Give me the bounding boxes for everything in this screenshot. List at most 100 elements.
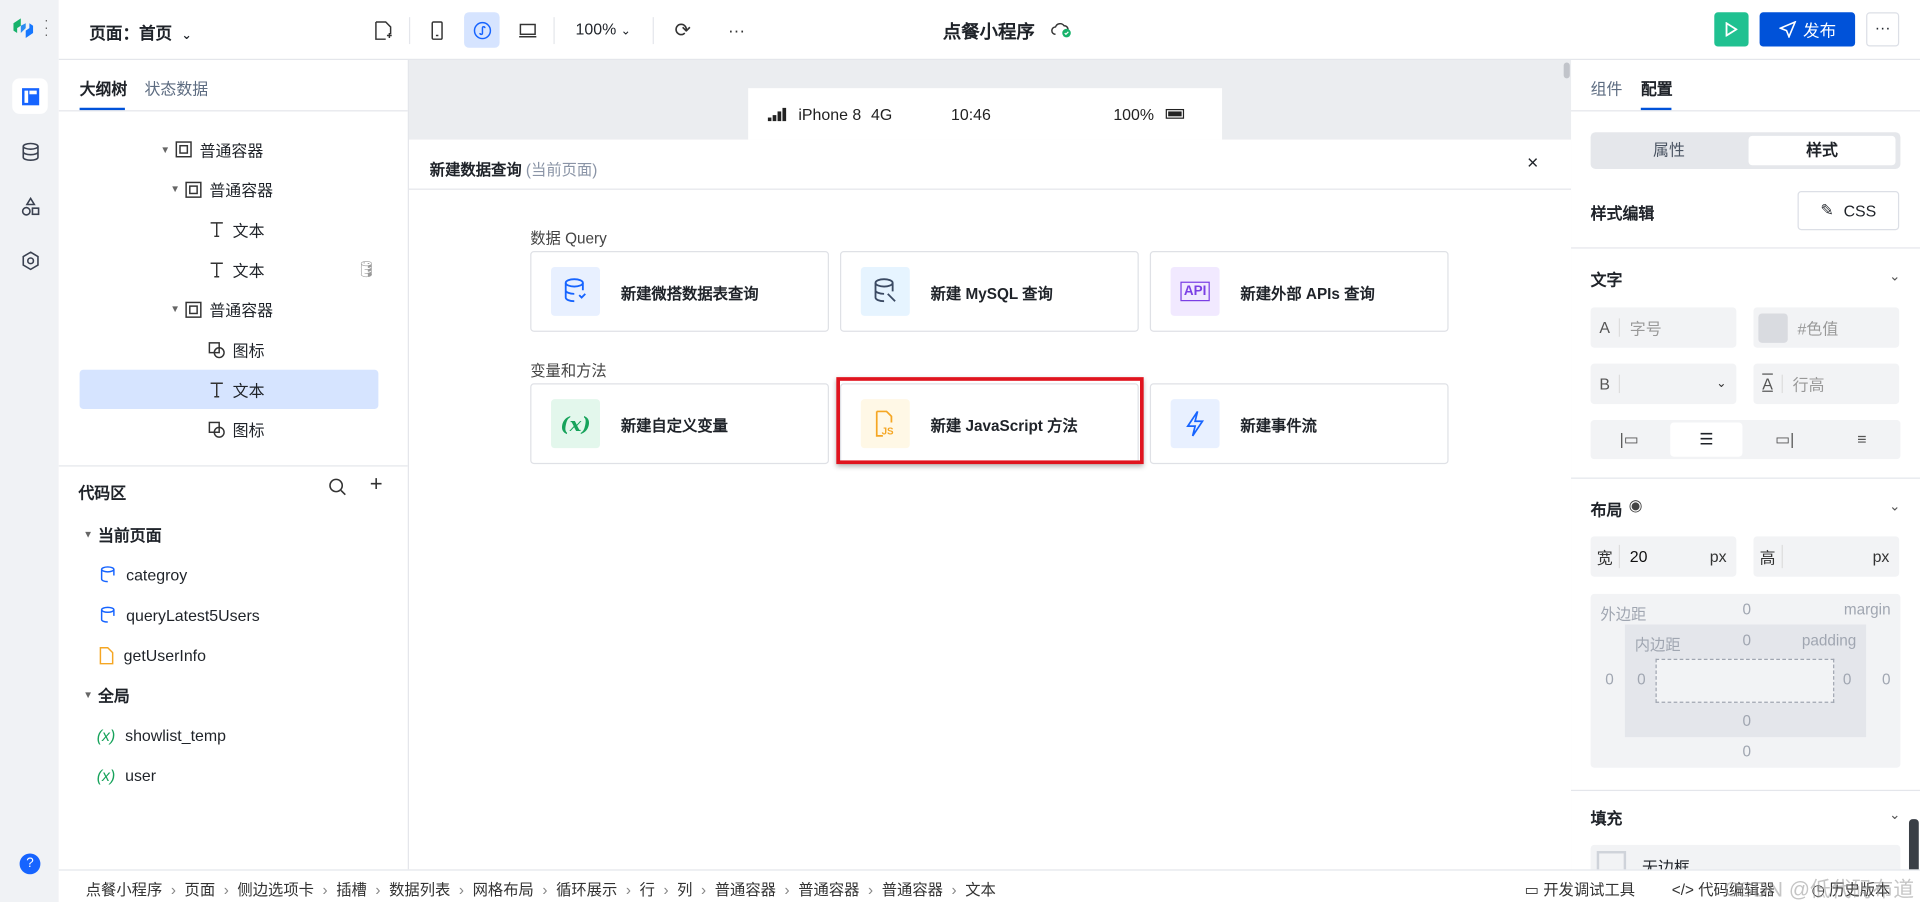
mobile-view-icon[interactable] — [419, 12, 455, 48]
divider — [553, 17, 555, 45]
zoom-value: 100% — [575, 19, 617, 38]
caret-down-icon[interactable]: ▼ — [160, 144, 175, 155]
code-item[interactable]: (x) user — [97, 760, 156, 789]
css-button[interactable]: ✎ CSS — [1797, 191, 1900, 231]
height-input[interactable]: 高 px — [1753, 536, 1900, 577]
breadcrumb-item[interactable]: 普通容器 — [882, 877, 943, 900]
breadcrumb-item[interactable]: 普通容器 — [715, 877, 776, 900]
new-custom-variable-card[interactable]: (x) 新建自定义变量 — [530, 383, 829, 465]
margin-right[interactable]: 0 — [1882, 671, 1891, 688]
code-item[interactable]: getUserInfo — [99, 640, 206, 669]
font-weight-select[interactable]: B ⌄ — [1590, 363, 1737, 405]
margin-left[interactable]: 0 — [1605, 671, 1614, 688]
segment-properties[interactable]: 属性 — [1591, 132, 1748, 169]
tab-outline[interactable]: 大纲树 — [80, 76, 128, 99]
desktop-view-icon[interactable] — [509, 12, 545, 48]
caret-down-icon[interactable]: ▼ — [83, 528, 98, 539]
modal-title: 新建数据查询 (当前页面) — [430, 157, 598, 180]
line-height-input[interactable]: A 行高 — [1753, 363, 1900, 405]
margin-bottom[interactable]: 0 — [1742, 743, 1751, 760]
tab-state-data[interactable]: 状态数据 — [144, 76, 208, 99]
new-event-flow-card[interactable]: 新建事件流 — [1149, 383, 1449, 465]
settings-hex-icon[interactable] — [12, 242, 48, 278]
tree-item[interactable]: ▼ 普通容器 — [170, 295, 273, 324]
outline-icon[interactable] — [12, 78, 48, 114]
padding-left[interactable]: 0 — [1637, 671, 1646, 688]
breadcrumb-item[interactable]: 行 — [640, 877, 655, 900]
code-item[interactable]: queryLatest5Users — [99, 600, 260, 629]
breadcrumb-item[interactable]: 点餐小程序 — [86, 877, 163, 900]
font-size-input[interactable]: A 字号 — [1590, 307, 1737, 348]
breadcrumb-item[interactable]: 数据列表 — [389, 877, 450, 900]
margin-en-label: margin — [1843, 601, 1891, 619]
tab-config[interactable]: 配置 — [1641, 76, 1673, 99]
chevron-down-icon[interactable]: ⌄ — [1889, 498, 1900, 515]
chevron-down-icon[interactable]: ⌄ — [1889, 268, 1900, 284]
code-item[interactable]: (x) showlist_temp — [97, 720, 226, 749]
close-icon[interactable]: × — [1527, 153, 1538, 175]
tree-item[interactable]: 文本 — [208, 375, 265, 404]
database-icon[interactable] — [12, 133, 48, 169]
chevron-down-icon[interactable]: ⌄ — [1889, 807, 1900, 823]
dev-tools-button[interactable]: ▭ 开发调试工具 — [1524, 877, 1635, 900]
caret-down-icon[interactable]: ▼ — [170, 304, 185, 315]
tree-item[interactable]: 文本 — [208, 215, 265, 244]
breadcrumb-item[interactable]: 侧边选项卡 — [237, 877, 314, 900]
page-selector[interactable]: 页面：首页 ⌄ — [89, 20, 191, 44]
tree-item[interactable]: ▼ 普通容器 — [160, 135, 263, 164]
code-item[interactable]: categroy — [99, 560, 187, 589]
pencil-icon: ✎ — [1820, 200, 1834, 220]
breadcrumb-item[interactable]: 列 — [677, 877, 692, 900]
segment-styles[interactable]: 样式 — [1748, 135, 1896, 166]
new-mysql-query-card[interactable]: 新建 MySQL 查询 — [840, 251, 1139, 332]
publish-button[interactable]: 发布 — [1759, 12, 1856, 47]
new-page-icon[interactable] — [365, 12, 401, 48]
breadcrumb-item[interactable]: 循环展示 — [556, 877, 617, 900]
status-bar: 点餐小程序 › 页面 › 侧边选项卡 › 插槽 › 数据列表 › 网格布局 › 循环展示 › 行 › 列 › 普通容… — [58, 869, 1920, 902]
tab-components[interactable]: 组件 — [1591, 76, 1623, 99]
mini-program-view-icon[interactable] — [464, 12, 500, 48]
margin-top[interactable]: 0 — [1742, 601, 1751, 618]
canvas-scrollbar[interactable] — [1563, 62, 1570, 79]
caret-down-icon[interactable]: ▼ — [170, 184, 185, 195]
align-center-icon[interactable]: ☰ — [1670, 422, 1743, 457]
app-menu-icon[interactable]: · · · — [44, 14, 48, 42]
components-icon[interactable] — [12, 189, 48, 225]
refresh-icon[interactable]: ⟳ — [665, 12, 701, 48]
scrollbar-widget[interactable] — [1908, 819, 1919, 875]
align-left-icon[interactable]: |▭ — [1591, 420, 1668, 459]
width-input[interactable]: 宽 20 px — [1590, 536, 1737, 577]
eye-icon[interactable]: ◉ — [1629, 496, 1643, 516]
help-icon[interactable]: ? — [19, 853, 41, 875]
padding-right[interactable]: 0 — [1843, 671, 1852, 688]
tree-item[interactable]: 图标 — [208, 335, 265, 364]
chevron-right-icon: › — [663, 881, 669, 899]
run-button[interactable] — [1714, 12, 1749, 47]
breadcrumb-item[interactable]: 页面 — [185, 877, 216, 900]
tree-item[interactable]: 图标 — [208, 415, 265, 444]
tree-item[interactable]: ▼ 普通容器 — [170, 175, 273, 204]
breadcrumb-item[interactable]: 插槽 — [336, 877, 367, 900]
align-justify-icon[interactable]: ≡ — [1823, 420, 1900, 459]
group-current-page[interactable]: ▼ 当前页面 — [83, 519, 161, 548]
padding-bottom[interactable]: 0 — [1742, 713, 1751, 730]
breadcrumb-item[interactable]: 普通容器 — [798, 877, 859, 900]
caret-down-icon[interactable]: ▼ — [83, 689, 98, 700]
color-swatch[interactable] — [1758, 312, 1788, 343]
padding-top[interactable]: 0 — [1742, 632, 1751, 649]
group-global[interactable]: ▼ 全局 — [83, 680, 130, 709]
lightning-icon — [1170, 399, 1220, 449]
tree-item-label: 图标 — [232, 421, 265, 441]
align-right-icon[interactable]: ▭| — [1746, 420, 1823, 459]
add-code-icon[interactable]: + — [370, 471, 383, 497]
new-external-api-query-card[interactable]: API 新建外部 APIs 查询 — [1149, 251, 1449, 332]
tree-item[interactable]: 文本 🛢 — [208, 255, 377, 284]
more-options-button[interactable]: ··· — [1866, 12, 1900, 47]
color-input[interactable]: #色值 — [1753, 307, 1900, 348]
search-icon[interactable] — [328, 478, 346, 501]
new-weda-table-query-card[interactable]: 新建微搭数据表查询 — [530, 251, 829, 332]
breadcrumb-item[interactable]: 文本 — [965, 877, 996, 900]
zoom-select[interactable]: 100% ⌄ — [576, 20, 631, 38]
breadcrumb-item[interactable]: 网格布局 — [473, 877, 534, 900]
more-icon[interactable]: ··· — [719, 12, 755, 48]
